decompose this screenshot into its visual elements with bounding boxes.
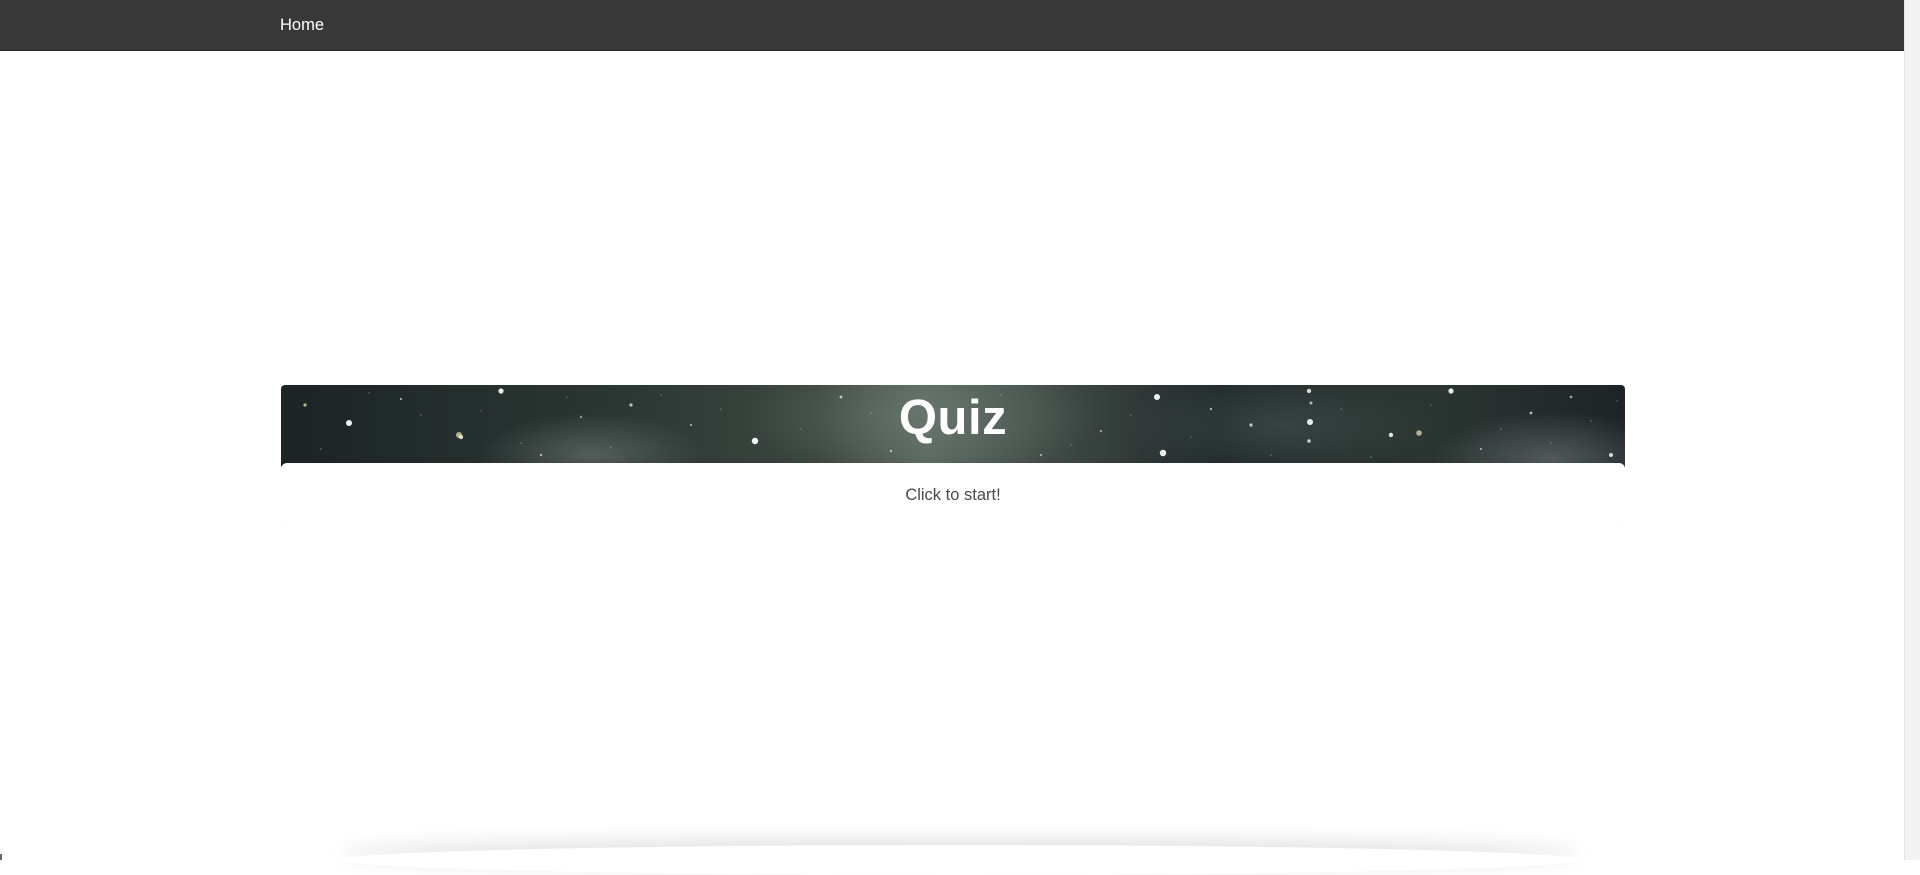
start-quiz-button[interactable]: Click to start!: [281, 463, 1625, 527]
starfield-banner-image: Quiz: [281, 385, 1625, 467]
quiz-title: Quiz: [898, 391, 1008, 445]
nav-home-link[interactable]: Home: [280, 15, 324, 35]
vertical-scrollbar[interactable]: [1904, 0, 1920, 860]
quiz-card: Quiz Click to start!: [281, 385, 1625, 527]
start-quiz-label: Click to start!: [905, 486, 1001, 504]
bottom-card-shadow: [340, 845, 1580, 875]
corner-divider: [0, 854, 2, 860]
top-navbar: Home: [0, 0, 1904, 50]
